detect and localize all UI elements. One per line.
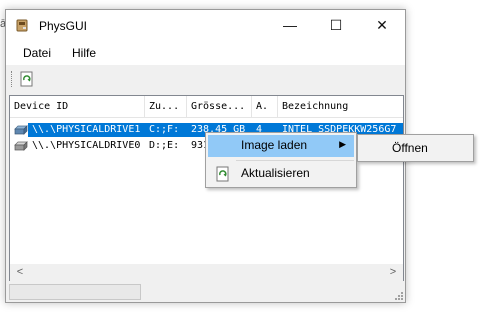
toolbar [6,65,405,93]
toolbar-grip[interactable] [11,71,14,87]
menu-bar: Datei Hilfe [6,41,405,65]
context-menu: Image laden ▶ Aktualisieren [205,132,357,188]
refresh-icon [216,166,229,182]
status-field [9,284,141,300]
minimize-button[interactable]: — [267,10,313,41]
close-button[interactable]: ✕ [359,10,405,41]
menu-separator [236,160,354,161]
menu-item-oeffnen[interactable]: Öffnen [392,141,428,155]
menu-hilfe[interactable]: Hilfe [72,46,96,60]
submenu-arrow-icon: ▶ [339,139,346,149]
menu-item-label: Image laden [241,138,308,152]
cell-zuordnung: C:;F: [149,124,180,135]
column-header-bezeichnung[interactable]: Bezeichnung [278,96,403,117]
drive-list[interactable]: Device ID Zu... Grösse... A. Bezeichnung… [9,95,404,282]
close-icon: ✕ [376,17,388,33]
column-header-device-id[interactable]: Device ID [10,96,145,117]
menu-item-aktualisieren[interactable]: Aktualisieren [208,163,354,185]
size-grip-icon[interactable] [393,290,403,300]
list-header: Device ID Zu... Grösse... A. Bezeichnung [10,96,403,118]
title-bar[interactable]: PhysGUI — ☐ ✕ [6,10,405,41]
horizontal-scrollbar[interactable]: < > [10,264,403,281]
hard-drive-icon [14,141,28,151]
menu-item-label: Aktualisieren [241,166,310,180]
scroll-left-button[interactable]: < [14,265,26,280]
status-bar [6,281,405,302]
maximize-icon: ☐ [329,17,343,33]
minimize-icon: — [283,17,297,33]
scroll-right-button[interactable]: > [387,265,399,280]
cell-device-id: \\.\PHYSICALDRIVE0 [32,140,141,151]
submenu: Öffnen [357,134,474,162]
app-icon [16,19,28,32]
column-header-zuordnung[interactable]: Zu... [145,96,187,117]
cell-device-id: \\.\PHYSICALDRIVE1 [32,124,141,135]
cell-zuordnung: D:;E: [149,140,180,151]
window-title: PhysGUI [39,19,88,33]
hard-drive-icon [14,125,28,135]
maximize-button[interactable]: ☐ [313,10,359,41]
column-header-a[interactable]: A. [252,96,278,117]
column-header-groesse[interactable]: Grösse... [187,96,252,117]
menu-item-image-laden[interactable]: Image laden ▶ [208,135,354,157]
menu-datei[interactable]: Datei [23,46,51,60]
refresh-icon[interactable] [18,70,36,88]
